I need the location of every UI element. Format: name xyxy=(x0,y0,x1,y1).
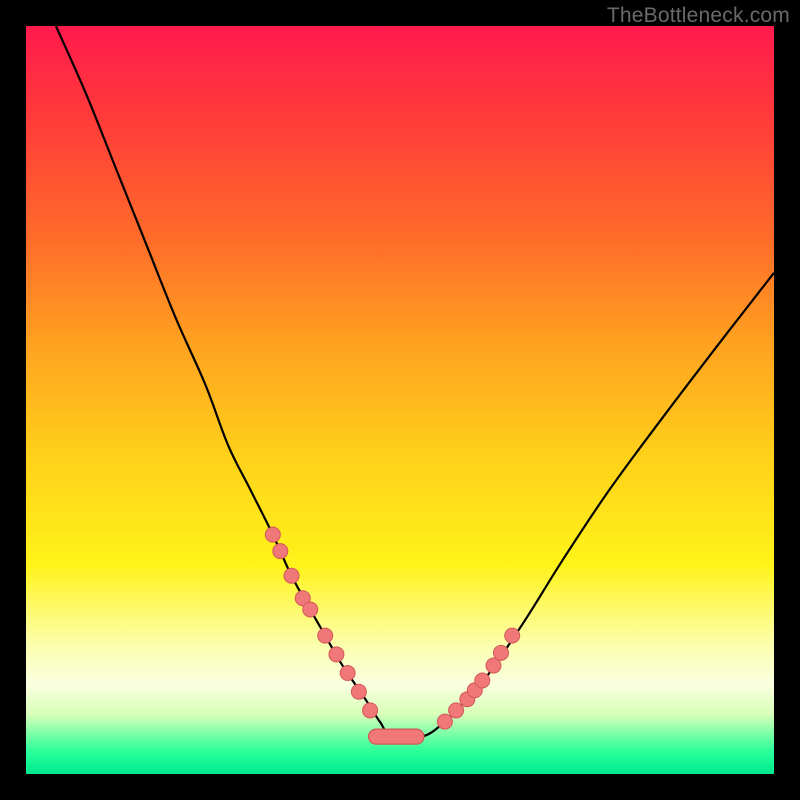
trough-pill xyxy=(369,729,424,744)
curve-dot xyxy=(449,703,464,718)
bottleneck-curve xyxy=(56,26,774,739)
curve-dot xyxy=(303,602,318,617)
curve-dot xyxy=(273,544,288,559)
curve-dot xyxy=(265,527,280,542)
curve-dot xyxy=(437,714,452,729)
curve-dot xyxy=(505,628,520,643)
curve-dot xyxy=(284,568,299,583)
curve-dot xyxy=(493,645,508,660)
watermark-text: TheBottleneck.com xyxy=(607,4,790,28)
curve-dot xyxy=(329,647,344,662)
chart-svg xyxy=(26,26,774,774)
curve-dot xyxy=(340,666,355,681)
plot-area xyxy=(26,26,774,774)
curve-dot xyxy=(363,703,378,718)
curve-dot xyxy=(351,684,366,699)
curve-dot xyxy=(318,628,333,643)
curve-markers xyxy=(265,527,519,744)
curve-dot xyxy=(475,673,490,688)
